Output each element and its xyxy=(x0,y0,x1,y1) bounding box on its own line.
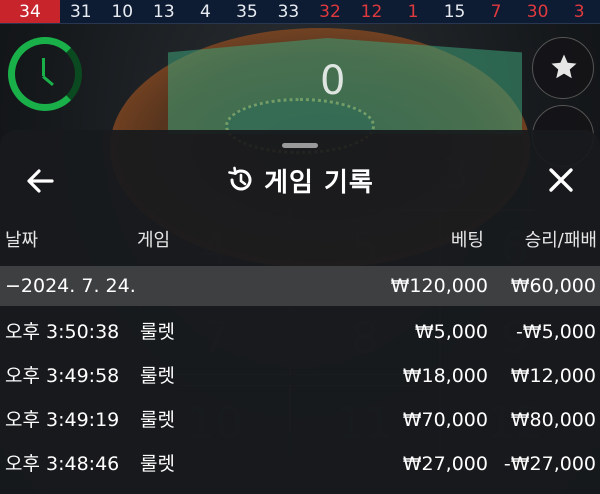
summary-date: −2024. 7. 24. xyxy=(5,275,136,297)
history-row[interactable]: 오후 3:48:46 룰렛 ₩27,000 -₩27,000 xyxy=(0,444,600,484)
column-header-game: 게임 xyxy=(137,230,171,251)
row-result: ₩12,000 xyxy=(510,365,596,387)
history-row[interactable]: 오후 3:49:19 룰렛 ₩70,000 ₩80,000 xyxy=(0,400,600,440)
favorite-button[interactable] xyxy=(532,37,594,99)
row-bet: ₩27,000 xyxy=(402,453,488,475)
history-number: 31 xyxy=(69,2,92,22)
summary-bet: ₩120,000 xyxy=(390,275,488,297)
row-time: 오후 3:49:19 xyxy=(5,409,120,431)
history-row[interactable]: 오후 3:50:38 룰렛 ₩5,000 -₩5,000 xyxy=(0,312,600,352)
row-time: 오후 3:50:38 xyxy=(5,321,120,343)
history-number: 33 xyxy=(277,2,300,22)
history-row[interactable]: 오후 3:49:58 룰렛 ₩18,000 ₩12,000 xyxy=(0,356,600,396)
row-bet: ₩5,000 xyxy=(414,321,488,343)
star-icon xyxy=(551,54,577,79)
row-result: -₩5,000 xyxy=(515,321,596,343)
history-number: 35 xyxy=(236,2,258,22)
winning-number: 0 xyxy=(320,58,346,104)
close-icon xyxy=(549,168,573,192)
history-number: 7 xyxy=(490,2,502,22)
history-number: 32 xyxy=(319,2,341,22)
date-summary-row[interactable]: −2024. 7. 24. ₩120,000 ₩60,000 xyxy=(0,266,600,306)
history-number: 15 xyxy=(443,2,466,22)
row-game: 룰렛 xyxy=(140,453,175,475)
game-history-sheet: 게임 기록 날짜 게임 베팅 승리/패배 −2024. 7. 24. ₩120,… xyxy=(0,130,600,494)
row-bet: ₩18,000 xyxy=(402,365,488,387)
result-history-strip: 34 31 10 13 4 35 33 32 12 1 15 7 30 3 xyxy=(0,0,600,24)
row-bet: ₩70,000 xyxy=(402,409,488,431)
history-number: 1 xyxy=(407,2,419,22)
row-result: ₩80,000 xyxy=(510,409,596,431)
sheet-drag-handle[interactable] xyxy=(282,143,318,148)
row-game: 룰렛 xyxy=(140,321,175,343)
history-number: 4 xyxy=(199,2,211,22)
clock-icon xyxy=(8,37,82,111)
column-header-result: 승리/패배 xyxy=(524,230,597,251)
row-time: 오후 3:48:46 xyxy=(5,453,120,475)
history-number: 3 xyxy=(573,2,585,22)
history-number: 34 xyxy=(0,0,60,23)
sheet-title: 게임 기록 xyxy=(264,167,374,198)
column-header-date: 날짜 xyxy=(5,230,39,251)
history-icon xyxy=(228,166,252,191)
history-number: 30 xyxy=(526,2,549,22)
history-number: 12 xyxy=(360,2,383,22)
close-button[interactable] xyxy=(543,162,579,198)
sheet-header: 게임 기록 xyxy=(0,160,600,200)
row-game: 룰렛 xyxy=(140,365,175,387)
history-number: 10 xyxy=(111,2,134,22)
history-number: 13 xyxy=(153,2,175,22)
row-time: 오후 3:49:58 xyxy=(5,365,120,387)
summary-result: ₩60,000 xyxy=(510,275,596,297)
row-result: -₩27,000 xyxy=(503,453,596,475)
column-header-bet: 베팅 xyxy=(450,230,484,251)
row-game: 룰렛 xyxy=(140,409,175,431)
